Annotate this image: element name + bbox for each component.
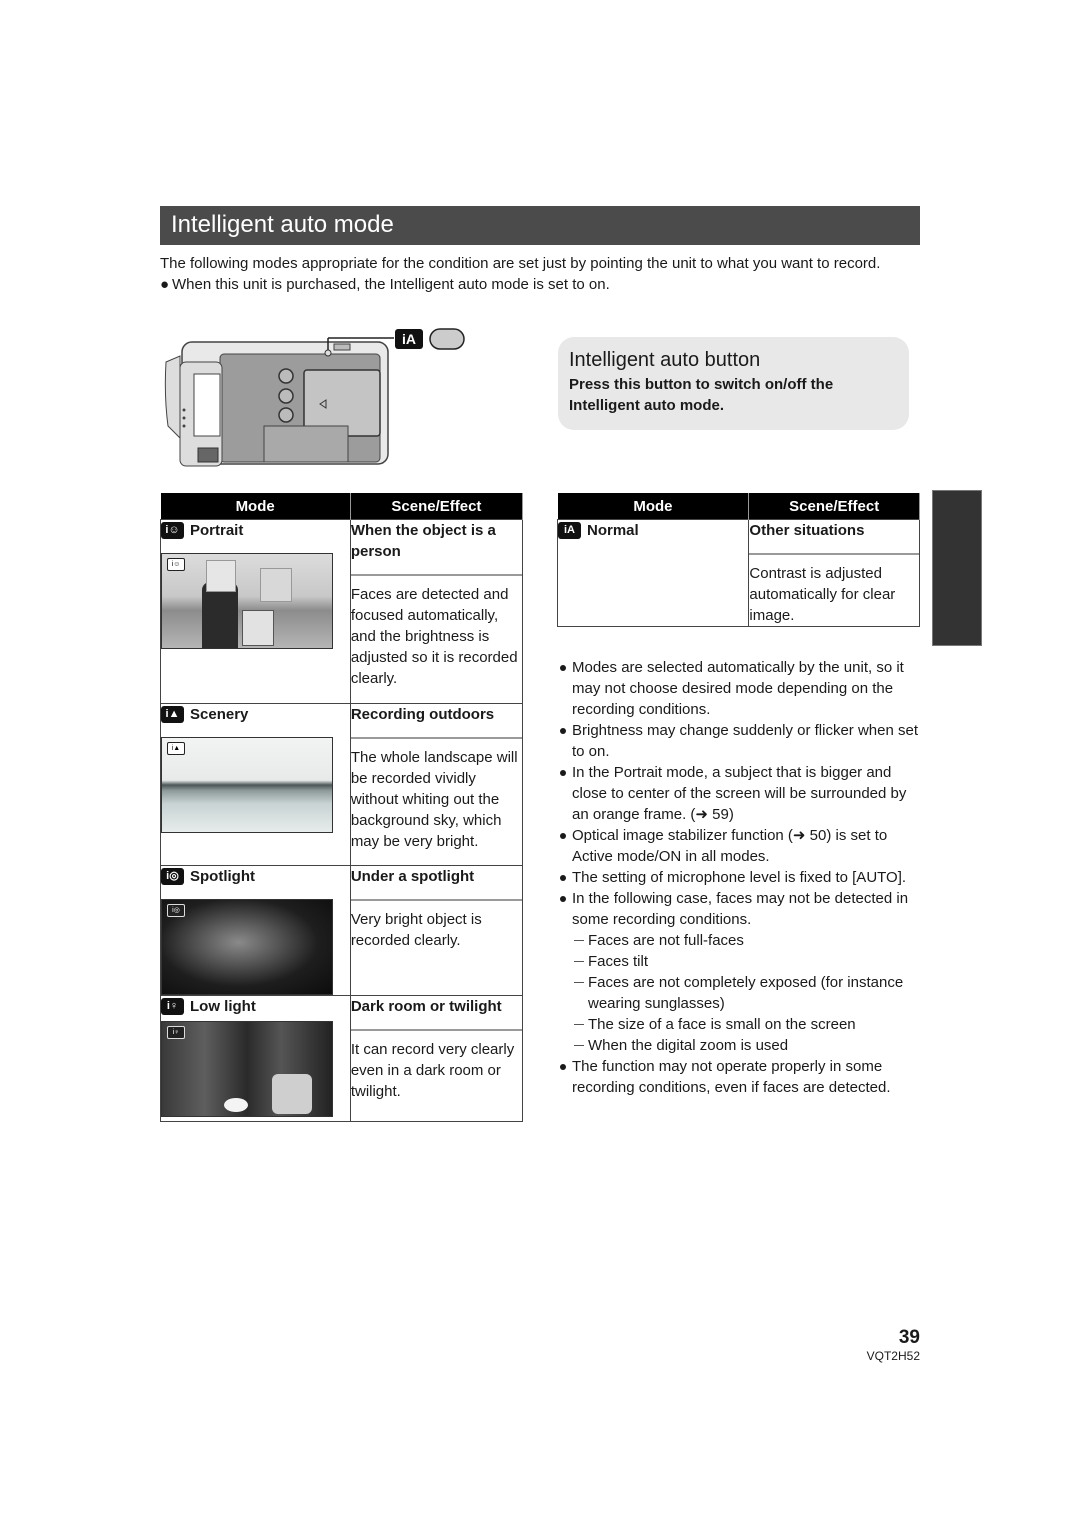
- callout-body: Press this button to switch on/off the I…: [569, 376, 834, 414]
- spotlight-sample-photo: i◎: [161, 899, 333, 995]
- document-code: VQT2H52: [866, 1349, 920, 1363]
- mode-name: Scenery: [190, 706, 249, 723]
- portrait-mode-icon: i☺: [161, 522, 184, 539]
- divider: [350, 574, 522, 576]
- effect-text: Contrast is adjusted automatically for c…: [749, 565, 896, 624]
- note-item: The setting of microphone level is fixed…: [558, 867, 920, 888]
- mode-name: Portrait: [190, 522, 244, 539]
- table-row: i♀ Low light i♀ Dark room or twilight It …: [160, 995, 524, 1122]
- scene-title: Dark room or twilight: [350, 998, 502, 1015]
- note-subitem: Faces tilt: [558, 951, 920, 972]
- mode-name: Low light: [190, 998, 256, 1015]
- note-subitem: The size of a face is small on the scree…: [558, 1014, 920, 1035]
- notes-list: Modes are selected automatically by the …: [558, 657, 920, 1098]
- divider: [350, 899, 522, 901]
- note-item: Optical image stabilizer function (➜ 50)…: [558, 825, 920, 867]
- spotlight-mode-icon: i◎: [161, 868, 184, 885]
- svg-text:iA: iA: [402, 331, 416, 347]
- lowlight-sample-photo: i♀: [161, 1021, 333, 1117]
- section-title-bar: Intelligent auto mode: [160, 206, 920, 245]
- note-item: Brightness may change suddenly or flicke…: [558, 720, 920, 762]
- page-number: 39: [898, 1327, 920, 1348]
- scenery-mode-icon: i▲: [161, 706, 184, 723]
- table-row: i◎ Spotlight i◎ Under a spotlight Very br…: [160, 865, 524, 996]
- effect-text: It can record very clearly even in a dar…: [350, 1041, 515, 1100]
- scenery-sample-photo: i▲: [161, 737, 333, 833]
- effect-text: Faces are detected and focused automatic…: [350, 586, 518, 687]
- spotlight-mode-icon: i◎: [167, 904, 185, 917]
- table-row: iA Normal Other situations Contrast is ad…: [556, 519, 920, 627]
- camcorder-rear-illustration: iA: [160, 326, 470, 476]
- note-item: In the following case, faces may not be …: [558, 888, 920, 930]
- page-title: Intelligent auto mode: [171, 211, 394, 238]
- header-mode: Mode: [160, 493, 351, 520]
- divider: [350, 737, 522, 739]
- effect-text: Very bright object is recorded clearly.: [350, 911, 482, 949]
- callout-heading: Intelligent auto button: [569, 349, 761, 371]
- bullet-icon: ●: [160, 276, 170, 293]
- table-row: i▲ Scenery i▲ Recording outdoors The whol…: [160, 703, 524, 866]
- divider: [749, 553, 919, 555]
- intelligent-auto-button-callout: Intelligent auto button Press this butto…: [558, 337, 909, 430]
- header-mode: Mode: [557, 493, 750, 520]
- scene-title: When the object is a person: [350, 522, 496, 560]
- portrait-sample-photo: i☺: [161, 553, 333, 649]
- note-item: In the Portrait mode, a subject that is …: [558, 762, 920, 825]
- mode-name: Spotlight: [190, 868, 255, 885]
- note-subitem: When the digital zoom is used: [558, 1035, 920, 1056]
- note-subitem: Faces are not full-faces: [558, 930, 920, 951]
- table-row: i☺ Portrait i☺ When the object is a perso…: [160, 519, 524, 704]
- header-scene-effect: Scene/Effect: [748, 493, 920, 520]
- portrait-mode-icon: i☺: [167, 558, 185, 571]
- note-subitem: Faces are not completely exposed (for in…: [558, 972, 920, 1014]
- note-item: Modes are selected automatically by the …: [558, 657, 920, 720]
- chapter-side-tab: [932, 490, 982, 646]
- scene-title: Other situations: [749, 522, 865, 539]
- intro-text: The following modes appropriate for the …: [160, 253, 920, 295]
- divider: [350, 1029, 522, 1031]
- mode-name: Normal: [587, 522, 639, 539]
- modes-table-left: Mode Scene/Effect i☺ Portrait i☺ When the…: [160, 493, 524, 1122]
- normal-mode-icon: iA: [558, 522, 581, 539]
- header-scene-effect: Scene/Effect: [350, 493, 524, 520]
- effect-text: The whole landscape will be recorded viv…: [350, 749, 518, 850]
- note-item: The function may not operate properly in…: [558, 1056, 920, 1098]
- lowlight-mode-icon: i♀: [161, 998, 184, 1015]
- intro-bullet: ● When this unit is purchased, the Intell…: [160, 276, 610, 293]
- scene-title: Recording outdoors: [350, 706, 495, 723]
- intro-paragraph: The following modes appropriate for the …: [160, 255, 881, 272]
- scene-title: Under a spotlight: [350, 868, 475, 885]
- scenery-mode-icon: i▲: [167, 742, 185, 755]
- lowlight-mode-icon: i♀: [167, 1026, 185, 1039]
- modes-table-right: Mode Scene/Effect iA Normal Other situati…: [556, 493, 920, 627]
